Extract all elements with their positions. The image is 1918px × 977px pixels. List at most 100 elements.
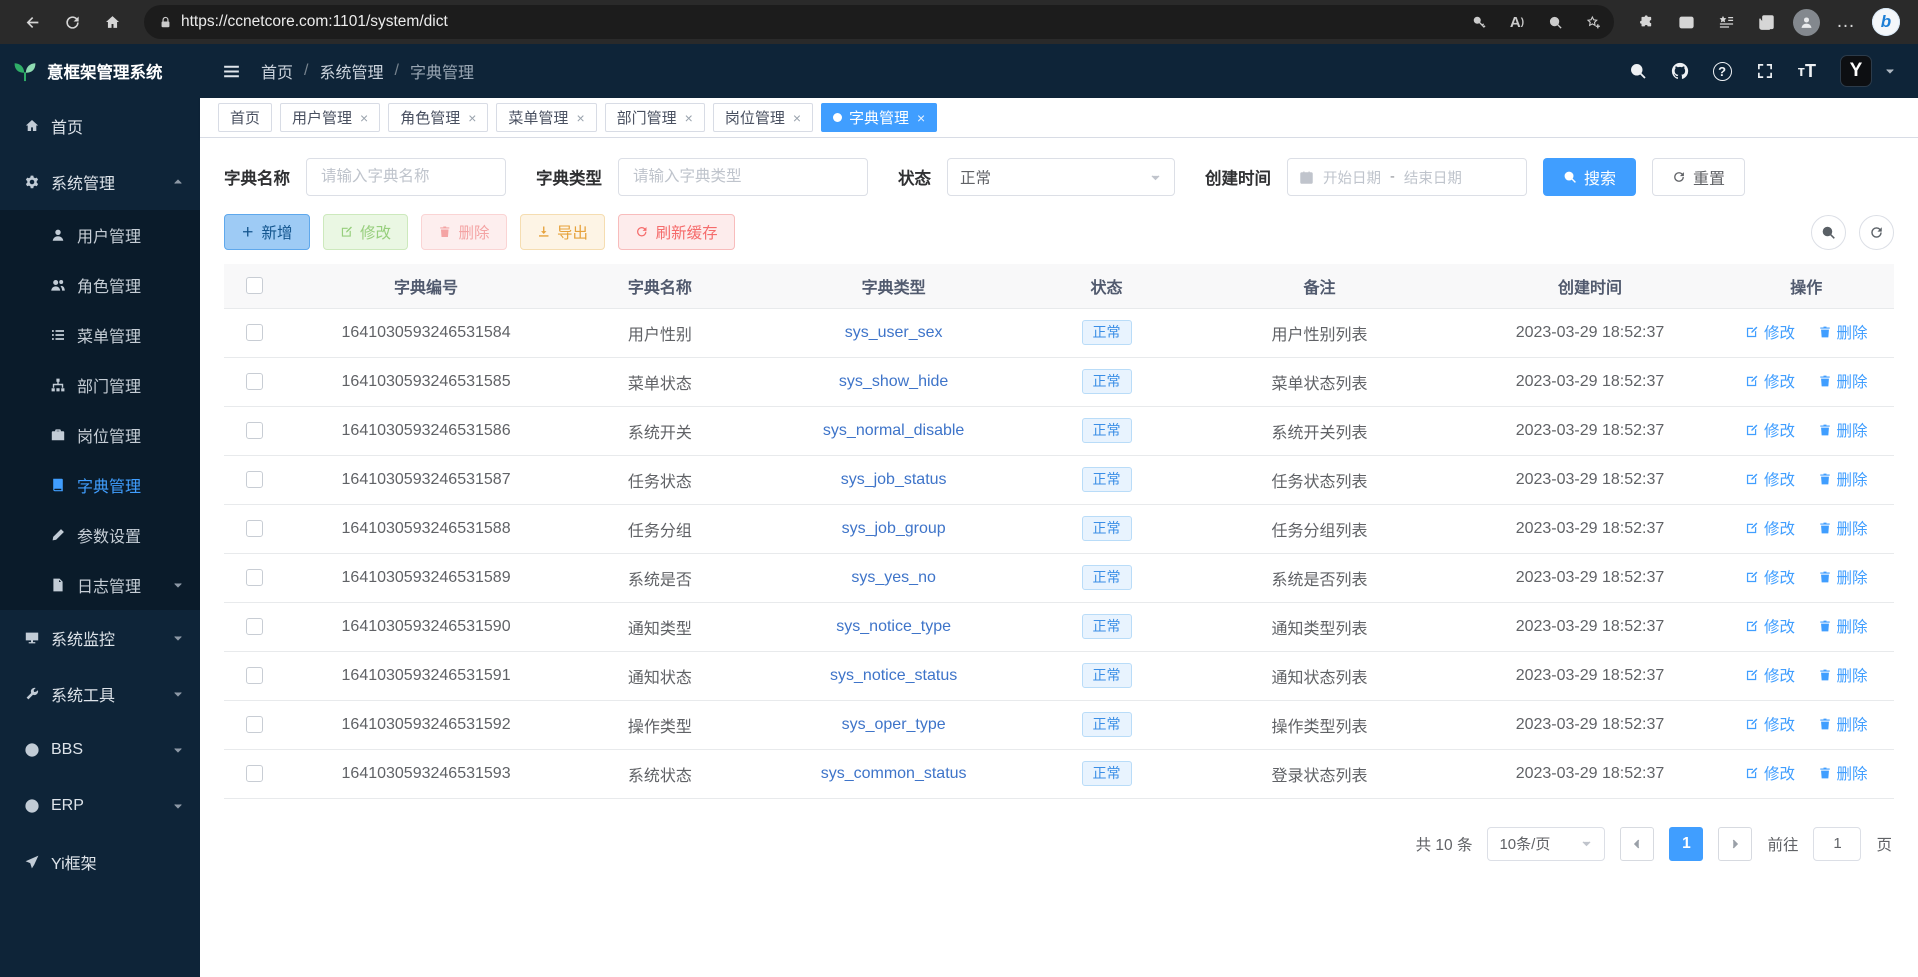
row-edit-button[interactable]: 修改 (1745, 419, 1795, 441)
breadcrumb-home[interactable]: 首页 (261, 59, 293, 83)
row-checkbox[interactable] (246, 324, 263, 341)
sidebar-item-yi[interactable]: Yi框架 (0, 834, 200, 890)
tab-dept[interactable]: 部门管理 × (605, 103, 705, 132)
row-edit-button[interactable]: 修改 (1745, 762, 1795, 784)
profile-button[interactable] (1788, 4, 1824, 40)
sidebar-subitem-menu[interactable]: 菜单管理 (0, 310, 200, 360)
row-edit-button[interactable]: 修改 (1745, 517, 1795, 539)
close-icon[interactable]: × (793, 110, 801, 126)
tab-user[interactable]: 用户管理 × (280, 103, 380, 132)
sidebar-subitem-user[interactable]: 用户管理 (0, 210, 200, 260)
export-button[interactable]: 导出 (520, 214, 606, 250)
sidebar-item-bbs[interactable]: BBS (0, 722, 200, 778)
row-checkbox[interactable] (246, 618, 263, 635)
row-delete-button[interactable]: 删除 (1818, 321, 1868, 343)
github-icon[interactable] (1671, 62, 1689, 80)
zoom-out-icon[interactable] (1540, 7, 1570, 37)
close-icon[interactable]: × (917, 110, 925, 126)
row-checkbox[interactable] (246, 373, 263, 390)
toggle-search-button[interactable] (1811, 215, 1846, 250)
help-icon[interactable]: ? (1713, 62, 1732, 81)
extensions-icon[interactable] (1628, 4, 1664, 40)
dict-type-input[interactable] (618, 158, 868, 196)
collections-icon[interactable] (1748, 4, 1784, 40)
select-all-checkbox[interactable] (246, 277, 263, 294)
close-icon[interactable]: × (576, 110, 584, 126)
close-icon[interactable]: × (468, 110, 476, 126)
dict-type-link[interactable]: sys_normal_disable (823, 422, 964, 439)
sidebar-subitem-log[interactable]: 日志管理 (0, 560, 200, 610)
delete-button[interactable]: 删除 (421, 214, 507, 250)
row-checkbox[interactable] (246, 765, 263, 782)
row-checkbox[interactable] (246, 422, 263, 439)
row-checkbox[interactable] (246, 716, 263, 733)
dict-type-link[interactable]: sys_show_hide (839, 373, 948, 390)
split-screen-icon[interactable] (1668, 4, 1704, 40)
row-edit-button[interactable]: 修改 (1745, 321, 1795, 343)
tab-home[interactable]: 首页 (218, 103, 272, 132)
add-button[interactable]: 新增 (224, 214, 310, 250)
bing-chat-button[interactable]: b (1868, 4, 1904, 40)
refresh-table-button[interactable] (1859, 215, 1894, 250)
search-button[interactable]: 搜索 (1543, 158, 1636, 196)
font-size-icon[interactable]: тT (1798, 61, 1816, 82)
tab-role[interactable]: 角色管理 × (388, 103, 488, 132)
header-search-icon[interactable] (1629, 62, 1647, 80)
date-range-picker[interactable]: 开始日期 - 结束日期 (1287, 158, 1527, 196)
add-favorite-icon[interactable] (1578, 7, 1608, 37)
refresh-button[interactable] (54, 4, 90, 40)
sidebar-subitem-post[interactable]: 岗位管理 (0, 410, 200, 460)
row-edit-button[interactable]: 修改 (1745, 566, 1795, 588)
refresh-cache-button[interactable]: 刷新缓存 (618, 214, 735, 250)
dict-type-link[interactable]: sys_job_group (842, 520, 946, 537)
dict-type-link[interactable]: sys_job_status (841, 471, 947, 488)
row-delete-button[interactable]: 删除 (1818, 615, 1868, 637)
dict-type-link[interactable]: sys_yes_no (851, 569, 936, 586)
status-select[interactable]: 正常 (947, 158, 1175, 196)
row-edit-button[interactable]: 修改 (1745, 615, 1795, 637)
row-edit-button[interactable]: 修改 (1745, 664, 1795, 686)
fullscreen-icon[interactable] (1756, 62, 1774, 80)
next-page-button[interactable] (1718, 827, 1752, 861)
browser-menu-button[interactable]: … (1828, 4, 1864, 40)
sidebar-item-tool[interactable]: 系统工具 (0, 666, 200, 722)
hamburger-icon[interactable] (222, 62, 241, 81)
row-edit-button[interactable]: 修改 (1745, 370, 1795, 392)
tab-dict[interactable]: 字典管理 × (821, 103, 937, 132)
dict-type-link[interactable]: sys_oper_type (842, 716, 946, 733)
row-delete-button[interactable]: 删除 (1818, 370, 1868, 392)
dict-name-input[interactable] (306, 158, 506, 196)
row-checkbox[interactable] (246, 520, 263, 537)
sidebar-item-erp[interactable]: ERP (0, 778, 200, 834)
row-delete-button[interactable]: 删除 (1818, 566, 1868, 588)
row-edit-button[interactable]: 修改 (1745, 713, 1795, 735)
row-delete-button[interactable]: 删除 (1818, 468, 1868, 490)
password-key-icon[interactable] (1464, 7, 1494, 37)
tab-menu[interactable]: 菜单管理 × (496, 103, 596, 132)
row-checkbox[interactable] (246, 667, 263, 684)
row-delete-button[interactable]: 删除 (1818, 713, 1868, 735)
user-menu-caret-icon[interactable] (1884, 65, 1896, 77)
address-bar[interactable]: https://ccnetcore.com:1101/system/dict A… (144, 5, 1614, 39)
reset-button[interactable]: 重置 (1652, 158, 1745, 196)
row-delete-button[interactable]: 删除 (1818, 664, 1868, 686)
row-delete-button[interactable]: 删除 (1818, 517, 1868, 539)
row-delete-button[interactable]: 删除 (1818, 762, 1868, 784)
row-delete-button[interactable]: 删除 (1818, 419, 1868, 441)
prev-page-button[interactable] (1620, 827, 1654, 861)
row-edit-button[interactable]: 修改 (1745, 468, 1795, 490)
dict-type-link[interactable]: sys_user_sex (845, 324, 943, 341)
sidebar-item-system[interactable]: 系统管理 (0, 154, 200, 210)
dict-type-link[interactable]: sys_notice_status (830, 667, 957, 684)
row-checkbox[interactable] (246, 569, 263, 586)
dict-type-link[interactable]: sys_notice_type (836, 618, 951, 635)
sidebar-item-home[interactable]: 首页 (0, 98, 200, 154)
home-button[interactable] (94, 4, 130, 40)
back-button[interactable] (14, 4, 50, 40)
user-avatar[interactable]: Y (1840, 55, 1872, 87)
tab-post[interactable]: 岗位管理 × (713, 103, 813, 132)
sidebar-subitem-dept[interactable]: 部门管理 (0, 360, 200, 410)
sidebar-subitem-param[interactable]: 参数设置 (0, 510, 200, 560)
sidebar-subitem-role[interactable]: 角色管理 (0, 260, 200, 310)
dict-type-link[interactable]: sys_common_status (821, 765, 967, 782)
